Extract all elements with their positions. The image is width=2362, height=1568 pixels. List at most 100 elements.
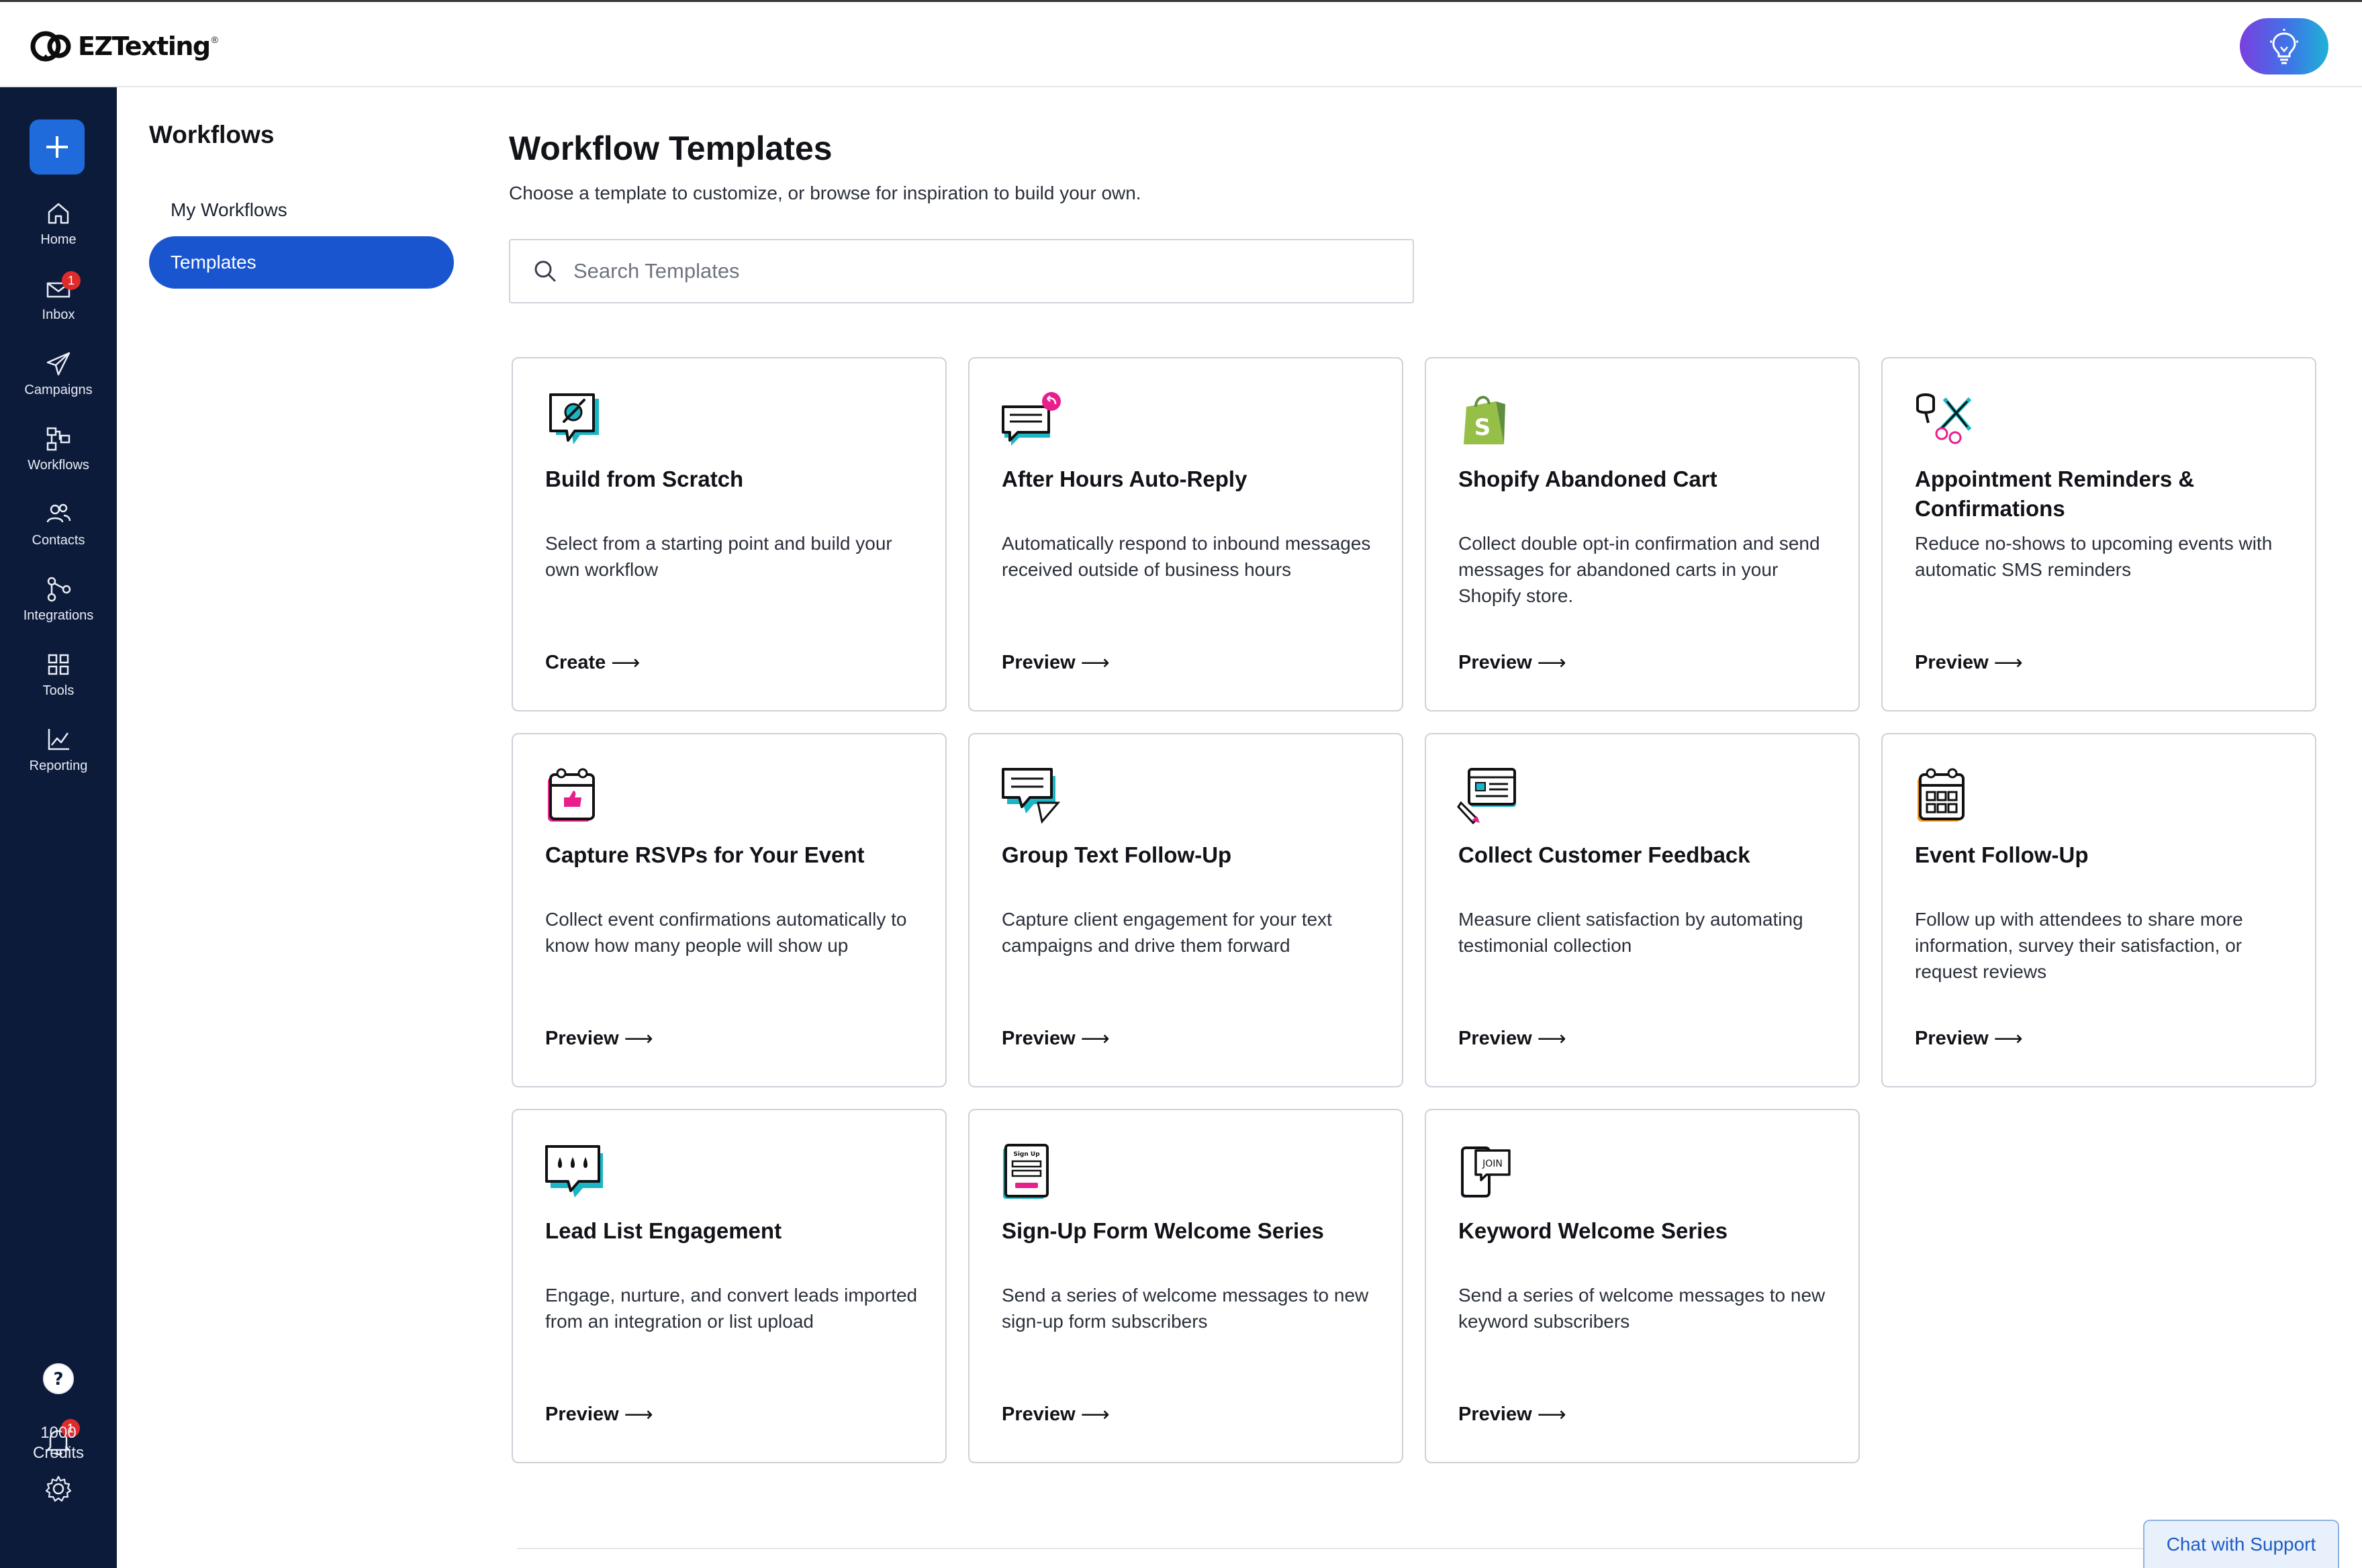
card-title: Lead List Engagement — [545, 1218, 782, 1243]
template-card-after-hours-auto-reply[interactable]: After Hours Auto-Reply Automatically res… — [968, 357, 1403, 712]
chart-icon — [48, 729, 69, 750]
signup-form-icon: Sign Up — [1003, 1144, 1049, 1199]
preview-link[interactable]: Preview ⟶ — [1458, 1027, 1566, 1050]
card-link-label: Preview — [1458, 1028, 1532, 1049]
arrow-right-icon: ⟶ — [624, 1404, 653, 1426]
search-input[interactable] — [573, 259, 1379, 283]
search-bar — [509, 239, 1414, 303]
feedback-icon — [1457, 768, 1516, 825]
settings-button[interactable] — [0, 1474, 117, 1504]
svg-text:?: ? — [53, 1369, 63, 1389]
template-card-lead-list-engagement[interactable]: Lead List Engagement Engage, nurture, an… — [512, 1109, 947, 1463]
typing-bubble-icon — [545, 1145, 603, 1197]
card-title: Sign-Up Form Welcome Series — [1002, 1218, 1324, 1243]
preview-link[interactable]: Preview ⟶ — [1458, 1403, 1566, 1426]
brand-name: EZTexting — [78, 32, 211, 61]
nav-item-reporting[interactable]: Reporting — [0, 725, 117, 789]
nav-label-integrations: Integrations — [23, 608, 94, 623]
brand-logo[interactable]: EZTexting ® — [30, 26, 218, 66]
template-card-collect-customer-feedback[interactable]: Collect Customer Feedback Measure client… — [1425, 733, 1860, 1087]
card-description: Select from a starting point and build y… — [545, 533, 892, 580]
card-link-label: Preview — [1002, 1028, 1076, 1049]
card-description: Collect double opt-in confirmation and s… — [1458, 533, 1820, 606]
nav-label-contacts: Contacts — [32, 533, 85, 548]
brand-logo-icon — [30, 31, 71, 62]
grid-icon — [48, 654, 69, 675]
template-card-shopify-abandoned-cart[interactable]: S Shopify Abandoned Cart Collect double … — [1425, 357, 1860, 712]
plus-icon — [46, 136, 68, 158]
template-card-build-from-scratch[interactable]: Build from Scratch Select from a startin… — [512, 357, 947, 712]
card-description: Follow up with attendees to share more i… — [1915, 909, 2243, 982]
subnav-item-my-workflows[interactable]: My Workflows — [149, 184, 454, 236]
card-title: Group Text Follow-Up — [1002, 842, 1232, 867]
nav-label-reporting: Reporting — [29, 758, 88, 773]
preview-link[interactable]: Preview ⟶ — [1002, 1403, 1110, 1426]
nav-label-home: Home — [40, 232, 77, 247]
credits-display[interactable]: 1000 Credits — [0, 1423, 117, 1463]
template-card-signup-form-welcome-series[interactable]: Sign Up Sign-Up Form Welcome Series Send… — [968, 1109, 1403, 1463]
nav-item-integrations[interactable]: Integrations — [0, 575, 117, 639]
card-link-label: Preview — [1002, 652, 1076, 673]
event-calendar-icon — [1918, 768, 1965, 822]
card-description: Measure client satisfaction by automatin… — [1458, 909, 1803, 956]
card-link-label: Preview — [1458, 652, 1532, 673]
left-nav-rail: Home 1 Inbox Campaigns Workflows Contact… — [0, 87, 117, 1568]
card-description: Send a series of welcome messages to new… — [1458, 1285, 1826, 1332]
salon-icon — [1916, 393, 1972, 444]
nav-label-campaigns: Campaigns — [24, 383, 93, 397]
subnav-item-templates[interactable]: Templates — [149, 236, 454, 289]
nav-label-workflows: Workflows — [28, 458, 89, 473]
nav-item-workflows[interactable]: Workflows — [0, 424, 117, 489]
create-link[interactable]: Create ⟶ — [545, 651, 640, 675]
preview-link[interactable]: Preview ⟶ — [1002, 651, 1110, 675]
card-description: Collect event confirmations automaticall… — [545, 909, 907, 956]
chat-with-support-button[interactable]: Chat with Support — [2143, 1520, 2339, 1568]
preview-link[interactable]: Preview ⟶ — [1002, 1027, 1110, 1050]
gear-icon — [45, 1475, 72, 1502]
template-card-group-text-follow-up[interactable]: Group Text Follow-Up Capture client enga… — [968, 733, 1403, 1087]
preview-link[interactable]: Preview ⟶ — [545, 1403, 653, 1426]
card-title: After Hours Auto-Reply — [1002, 467, 1247, 491]
workflows-subnav: Workflows My Workflows Templates — [117, 87, 466, 1568]
preview-link[interactable]: Preview ⟶ — [1915, 1027, 2023, 1050]
send-icon — [46, 352, 70, 376]
help-icon: ? — [43, 1363, 74, 1394]
template-card-appointment-reminders[interactable]: Appointment Reminders & Confirmations Re… — [1881, 357, 2316, 712]
nav-item-campaigns[interactable]: Campaigns — [0, 349, 117, 413]
arrow-right-icon: ⟶ — [611, 652, 641, 674]
app-root: EZTexting ® Home 1 Inbox Campaigns Workf… — [0, 0, 2362, 1568]
arrow-right-icon: ⟶ — [624, 1028, 653, 1050]
svg-text:S: S — [1474, 414, 1491, 441]
rsvp-calendar-icon — [548, 768, 595, 822]
arrow-right-icon: ⟶ — [1080, 652, 1110, 674]
integrations-icon — [47, 577, 71, 602]
brand-registered-mark: ® — [211, 34, 218, 45]
preview-link[interactable]: Preview ⟶ — [1915, 651, 2023, 675]
credits-label: Credits — [32, 1444, 85, 1462]
nav-item-home[interactable]: Home — [0, 199, 117, 263]
arrow-right-icon: ⟶ — [1080, 1404, 1110, 1426]
create-new-button[interactable] — [30, 119, 85, 175]
keyword-join-icon: JOIN — [1461, 1146, 1511, 1197]
page-title: Workflow Templates — [509, 130, 833, 167]
card-link-label: Preview — [1915, 1028, 1989, 1049]
ideas-button[interactable] — [2240, 18, 2328, 75]
search-icon — [534, 260, 556, 282]
nav-item-tools[interactable]: Tools — [0, 650, 117, 714]
template-card-event-follow-up[interactable]: Event Follow-Up Follow up with attendees… — [1881, 733, 2316, 1087]
preview-link[interactable]: Preview ⟶ — [545, 1027, 653, 1050]
top-bar: EZTexting ® — [0, 0, 2362, 87]
card-title: Keyword Welcome Series — [1458, 1218, 1728, 1243]
card-title: Collect Customer Feedback — [1458, 842, 1750, 867]
footer-divider — [517, 1548, 2330, 1549]
nav-item-contacts[interactable]: Contacts — [0, 499, 117, 564]
help-button[interactable]: ? — [0, 1361, 117, 1396]
arrow-right-icon: ⟶ — [1537, 1404, 1566, 1426]
arrow-right-icon: ⟶ — [1993, 652, 2023, 674]
nav-item-inbox[interactable]: 1 Inbox — [0, 271, 117, 338]
template-card-capture-rsvps[interactable]: Capture RSVPs for Your Event Collect eve… — [512, 733, 947, 1087]
template-card-keyword-welcome-series[interactable]: JOIN Keyword Welcome Series Send a serie… — [1425, 1109, 1860, 1463]
preview-link[interactable]: Preview ⟶ — [1458, 651, 1566, 675]
arrow-right-icon: ⟶ — [1080, 1028, 1110, 1050]
card-description: Engage, nurture, and convert leads impor… — [545, 1285, 918, 1332]
